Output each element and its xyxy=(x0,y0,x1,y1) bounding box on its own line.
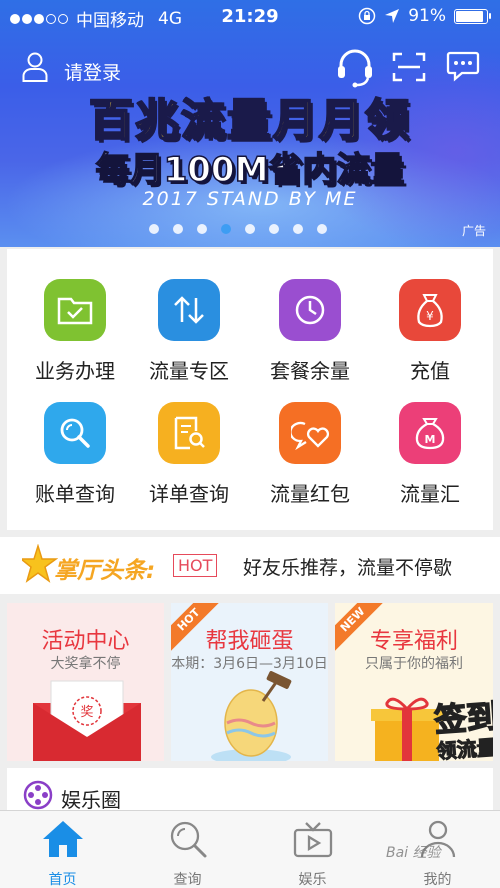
home-icon xyxy=(42,821,83,857)
service-label: 流量专区 xyxy=(149,359,229,383)
service-label: 套餐余量 xyxy=(270,359,350,383)
hot-badge: HOT xyxy=(173,554,218,577)
heart-chat-icon xyxy=(279,402,341,464)
tab-home[interactable]: 首页 xyxy=(0,811,125,888)
service-label: 充值 xyxy=(410,359,450,383)
message-icon[interactable] xyxy=(446,50,480,82)
promo-smash-egg[interactable]: HOT 帮我砸蛋 本期：3月6日—3月10日 xyxy=(171,603,328,761)
header: 请登录 xyxy=(0,44,500,92)
promo-activity-center[interactable]: 活动中心 大奖拿不停 奖 xyxy=(7,603,164,761)
service-data-zone[interactable]: 流量专区 xyxy=(129,279,249,399)
service-plan-balance[interactable]: 套餐余量 xyxy=(250,279,370,399)
service-label: 流量红包 xyxy=(270,482,350,506)
service-detail-query[interactable]: 详单查询 xyxy=(129,402,249,522)
banner[interactable]: 中国移动 4G 21:29 91% 请登录 百兆流量月月领 每月100M省内流量… xyxy=(0,0,500,247)
watermark: Bai 经验 xyxy=(386,845,441,861)
service-business[interactable]: 业务办理 xyxy=(15,279,135,399)
location-arrow-icon xyxy=(385,9,400,23)
status-bar: 中国移动 4G 21:29 91% xyxy=(0,0,500,34)
tab-query[interactable]: 查询 xyxy=(125,811,250,888)
service-bill-query[interactable]: 账单查询 xyxy=(15,402,135,522)
carousel-dot[interactable] xyxy=(245,224,255,234)
carousel-dot[interactable] xyxy=(317,224,327,234)
gift-box-icon xyxy=(371,697,443,761)
tab-label: 娱乐 xyxy=(298,872,327,888)
tab-label: 首页 xyxy=(48,872,77,888)
rotation-lock-icon xyxy=(358,7,376,25)
banner-subheadline: 每月100M省内流量 xyxy=(95,149,405,191)
m-bag-icon: M xyxy=(399,402,461,464)
promo-title: 专享福利 xyxy=(369,629,458,654)
money-bag-icon: ¥ xyxy=(399,279,461,341)
promo-subtitle: 大奖拿不停 xyxy=(50,656,121,672)
carousel-indicator[interactable] xyxy=(0,224,488,234)
promo-title: 帮我砸蛋 xyxy=(205,629,294,654)
tv-icon xyxy=(293,822,332,858)
svg-text:奖: 奖 xyxy=(80,705,93,720)
user-icon[interactable] xyxy=(22,52,48,82)
folder-check-icon xyxy=(44,279,106,341)
battery-icon xyxy=(454,8,491,24)
battery-percent: 91% xyxy=(408,6,446,26)
service-grid: 业务办理 流量专区 套餐余量 ¥ 充值 账单查询 详单查询 流量红包 M 流量汇 xyxy=(7,249,493,530)
carousel-dot[interactable] xyxy=(149,224,159,234)
carousel-dot[interactable] xyxy=(269,224,279,234)
overlay-text-line2: 领流量 xyxy=(435,735,493,761)
status-right: 91% xyxy=(358,6,491,26)
film-reel-icon xyxy=(23,780,53,810)
golden-egg-icon xyxy=(211,671,292,761)
promo-subtitle: 本期：3月6日—3月10日 xyxy=(171,656,328,672)
search-icon xyxy=(170,821,206,858)
tab-entertainment[interactable]: 娱乐 xyxy=(250,811,375,888)
service-label: 账单查询 xyxy=(35,482,115,506)
sign-in-overlay: 签到 领流量 xyxy=(432,691,493,761)
clock-pie-icon xyxy=(279,279,341,341)
search-bill-icon xyxy=(44,402,106,464)
banner-headline: 百兆流量月月领 xyxy=(88,94,411,147)
news-headline[interactable]: 好友乐推荐，流量不停歇 xyxy=(243,553,452,580)
login-link[interactable]: 请登录 xyxy=(64,58,121,85)
scan-icon[interactable] xyxy=(392,52,426,82)
service-label: 详单查询 xyxy=(149,482,229,506)
news-title: 掌厅头条: xyxy=(54,558,156,584)
service-label: 业务办理 xyxy=(35,359,115,383)
news-bar[interactable]: 掌厅头条: HOT 好友乐推荐，流量不停歇 xyxy=(0,537,500,594)
carousel-dot[interactable] xyxy=(197,224,207,234)
tab-label: 我的 xyxy=(423,872,452,888)
svg-text:¥: ¥ xyxy=(426,309,434,323)
svg-text:M: M xyxy=(425,433,436,446)
carousel-dot[interactable] xyxy=(293,224,303,234)
service-data-exchange[interactable]: M 流量汇 xyxy=(370,402,490,522)
red-envelope-icon: 奖 xyxy=(33,680,141,761)
document-search-icon xyxy=(158,402,220,464)
carousel-dot[interactable] xyxy=(173,224,183,234)
promo-exclusive-benefits[interactable]: NEW 专享福利 只属于你的福利 签到 领流量 xyxy=(335,603,493,761)
ad-label: 广告 xyxy=(461,224,486,238)
customer-service-icon[interactable] xyxy=(336,48,374,88)
promo-subtitle: 只属于你的福利 xyxy=(365,656,463,672)
carousel-dot[interactable] xyxy=(221,224,231,234)
service-data-red-packet[interactable]: 流量红包 xyxy=(250,402,370,522)
tab-label: 查询 xyxy=(173,872,202,888)
updown-arrows-icon xyxy=(158,279,220,341)
entertainment-label: 娱乐圈 xyxy=(61,788,121,812)
service-label: 流量汇 xyxy=(400,482,460,506)
star-icon xyxy=(22,544,58,583)
banner-tagline: 2017 STAND BY ME xyxy=(142,188,358,210)
service-recharge[interactable]: ¥ 充值 xyxy=(370,279,490,399)
promo-title: 活动中心 xyxy=(41,629,130,654)
